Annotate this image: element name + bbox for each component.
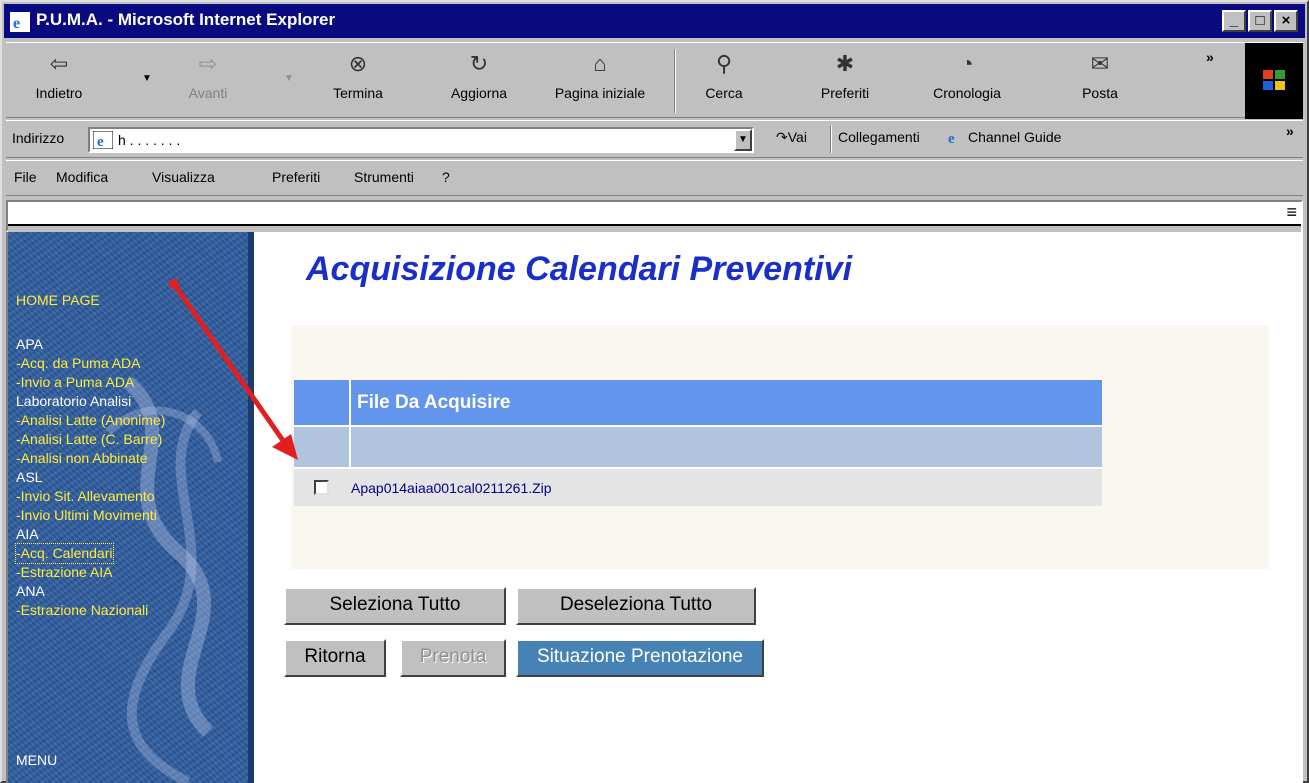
table-header-row: File Da Acquisire: [294, 380, 1102, 426]
sidebar-item-invio-puma-ada[interactable]: -Invio a Puma ADA: [16, 373, 165, 392]
sidebar-home-link[interactable]: HOME PAGE: [16, 291, 100, 310]
back-arrow-icon: ⇦: [49, 51, 69, 76]
go-arrow-icon: ↷: [776, 129, 788, 145]
subheader-checkbox-cell: [294, 426, 351, 468]
ie-icon: e: [948, 131, 955, 145]
file-table: File Da Acquisire Apap014aiaa001cal02112…: [294, 380, 1102, 506]
toolbar-separator: [674, 49, 676, 113]
search-icon: ⚲: [715, 51, 733, 76]
refresh-button[interactable]: ↻ Aggiorna: [440, 51, 518, 115]
address-value: h . . . . . . .: [118, 132, 181, 148]
forward-button[interactable]: ⇨ Avanti: [176, 51, 240, 115]
windows-flag-icon: [1263, 70, 1285, 90]
booking-status-button[interactable]: Situazione Prenotazione: [516, 639, 764, 677]
sidebar: HOME PAGE APA -Acq. da Puma ADA -Invio a…: [8, 232, 254, 783]
menu-bar: File Modifica Visualizza Preferiti Strum…: [6, 160, 1303, 196]
mail-icon: ✉: [1090, 51, 1110, 76]
page-icon: e: [93, 131, 113, 149]
sidebar-item-acq-puma-ada[interactable]: -Acq. da Puma ADA: [16, 354, 165, 373]
sidebar-section-ana: ANA: [16, 583, 45, 599]
subheader-cell: [350, 426, 1102, 468]
go-button[interactable]: ↷Vai: [776, 129, 807, 146]
sidebar-item-acq-calendari[interactable]: -Acq. Calendari: [15, 543, 114, 564]
menu-help[interactable]: ?: [442, 169, 450, 185]
mail-button[interactable]: ✉ Posta: [1070, 51, 1130, 115]
browser-window: e P.U.M.A. - Microsoft Internet Explorer…: [0, 0, 1309, 783]
separator: [830, 125, 832, 153]
toolbar-more-chevron[interactable]: »: [1206, 49, 1214, 65]
channel-guide-link[interactable]: e Channel Guide: [946, 129, 1061, 145]
menu-favorites[interactable]: Preferiti: [272, 169, 320, 185]
minimize-button[interactable]: _: [1222, 10, 1246, 32]
column-header-file: File Da Acquisire: [357, 391, 511, 413]
sidebar-nav: APA -Acq. da Puma ADA -Invio a Puma ADA …: [15, 335, 165, 620]
sidebar-section-laboratorio: Laboratorio Analisi: [16, 393, 132, 409]
address-bar: Indirizzo e h . . . . . . . ▼ ↷Vai Colle…: [6, 120, 1303, 158]
sidebar-item-invio-sit-allevamento[interactable]: -Invio Sit. Allevamento: [16, 487, 165, 506]
page-content: HOME PAGE APA -Acq. da Puma ADA -Invio a…: [6, 232, 1303, 783]
favorites-button[interactable]: ✱ Preferiti: [810, 51, 880, 115]
search-button[interactable]: ⚲ Cerca: [692, 51, 756, 115]
history-icon: ◔: [960, 51, 974, 76]
history-button[interactable]: ◔ Cronologia: [924, 51, 1010, 115]
sidebar-item-analisi-barre[interactable]: -Analisi Latte (C. Barre): [16, 430, 165, 449]
sidebar-section-aia: AIA: [16, 526, 39, 542]
forward-arrow-icon: ⇨: [198, 51, 218, 76]
book-button[interactable]: Prenota: [400, 639, 506, 677]
standard-toolbar: ⇦ Indietro ▼ ⇨ Avanti ▼ ⊗ Termina ↻ Aggi…: [6, 42, 1303, 119]
ie-logo-icon: e: [10, 12, 30, 32]
menu-file[interactable]: File: [14, 169, 37, 185]
frame-divider[interactable]: [8, 224, 1301, 232]
title-bar: e P.U.M.A. - Microsoft Internet Explorer…: [4, 4, 1305, 38]
forward-dropdown-icon[interactable]: ▼: [284, 73, 294, 84]
file-checkbox[interactable]: [314, 479, 329, 495]
address-dropdown-button[interactable]: ▼: [734, 129, 752, 151]
menu-edit[interactable]: Modifica: [56, 169, 108, 185]
stop-button[interactable]: ⊗ Termina: [324, 51, 392, 115]
maximize-button[interactable]: □: [1248, 10, 1272, 32]
table-row: Apap014aiaa001cal0211261.Zip: [294, 468, 1102, 506]
refresh-icon: ↻: [469, 51, 489, 76]
sidebar-item-analisi-non-abbinate[interactable]: -Analisi non Abbinate: [16, 449, 165, 468]
stop-icon: ⊗: [348, 51, 368, 76]
row-checkbox-cell: [294, 468, 351, 506]
sidebar-menu-link[interactable]: MENU: [16, 751, 57, 770]
home-button[interactable]: ⌂ Pagina iniziale: [540, 51, 660, 115]
back-dropdown-icon[interactable]: ▼: [142, 73, 152, 84]
svg-text:e: e: [13, 15, 20, 32]
address-input[interactable]: e h . . . . . . .: [88, 127, 754, 153]
window-title: P.U.M.A. - Microsoft Internet Explorer: [36, 10, 336, 29]
sidebar-item-estrazione-nazionali[interactable]: -Estrazione Nazionali: [16, 601, 165, 620]
links-label[interactable]: Collegamenti: [830, 125, 920, 153]
back-button[interactable]: ⇦ Indietro: [24, 51, 94, 115]
table-subheader-row: [294, 426, 1102, 468]
sidebar-item-invio-ultimi-movimenti[interactable]: -Invio Ultimi Movimenti: [16, 506, 165, 525]
svg-text:e: e: [97, 134, 104, 149]
menu-tools[interactable]: Strumenti: [354, 169, 414, 185]
back-button-page[interactable]: Ritorna: [284, 639, 386, 677]
sidebar-section-asl: ASL: [16, 469, 43, 485]
home-icon: ⌂: [593, 51, 607, 76]
sidebar-item-analisi-anonime[interactable]: -Analisi Latte (Anonime): [16, 411, 165, 430]
deselect-all-button[interactable]: Deseleziona Tutto: [516, 587, 756, 625]
favorites-icon: ✱: [835, 51, 855, 76]
file-name: Apap014aiaa001cal0211261.Zip: [351, 479, 552, 496]
frame-resize-icon[interactable]: ≡: [1286, 202, 1297, 223]
menu-view[interactable]: Visualizza: [152, 169, 215, 185]
links-more-chevron[interactable]: »: [1286, 123, 1294, 139]
page-title: Acquisizione Calendari Preventivi: [306, 250, 853, 288]
header-checkbox-cell: [294, 380, 351, 426]
top-frame: ≡: [6, 200, 1303, 232]
select-all-button[interactable]: Seleziona Tutto: [284, 587, 506, 625]
sidebar-section-apa: APA: [16, 336, 43, 352]
address-label: Indirizzo: [12, 130, 65, 146]
close-button[interactable]: ×: [1274, 10, 1298, 32]
windows-logo: [1245, 43, 1303, 119]
sidebar-item-estrazione-aia[interactable]: -Estrazione AIA: [16, 563, 165, 582]
svg-text:e: e: [948, 131, 955, 145]
